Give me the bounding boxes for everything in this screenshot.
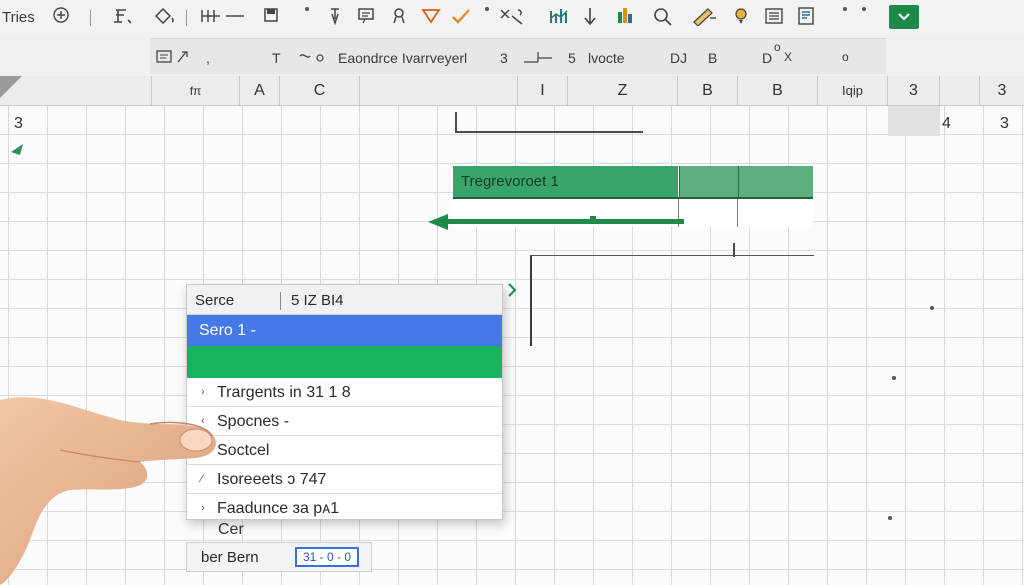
toolbar-divider	[186, 10, 187, 26]
dropdown-selected-item[interactable]: Sero 1 -	[187, 315, 502, 346]
tools-icon[interactable]	[498, 6, 526, 30]
paint-bucket-icon[interactable]	[152, 6, 178, 30]
dropdown-header-value: 5 ΙΖ ΒΙ4	[291, 292, 344, 309]
column-header[interactable]: A	[240, 76, 280, 106]
formula-chunk: D	[762, 50, 773, 66]
formula-chunk: B	[708, 50, 718, 66]
search-icon[interactable]	[652, 6, 674, 30]
column-header[interactable]	[360, 76, 518, 106]
dropdown-highlight-row[interactable]	[187, 346, 502, 378]
dropdown-item[interactable]: ⁄ Isoreeets ɔ 747	[187, 465, 502, 494]
cell-marker	[888, 516, 892, 520]
arrow-left-icon	[428, 214, 684, 230]
comment-icon[interactable]	[356, 6, 376, 30]
formula-chunk: DJ	[670, 50, 688, 66]
select-all-icon[interactable]	[0, 76, 22, 98]
pencil-icon[interactable]	[690, 6, 720, 30]
column-header[interactable]: B	[678, 76, 738, 106]
cell-marker	[892, 376, 896, 380]
add-icon[interactable]	[52, 6, 70, 30]
column-header[interactable]: 3	[980, 76, 1024, 106]
arrow-down-icon[interactable]	[582, 6, 598, 30]
selection-border	[455, 131, 643, 133]
fill-handle-icon[interactable]	[10, 142, 26, 161]
more-icon[interactable]	[842, 6, 868, 30]
dot-icon	[484, 6, 490, 30]
selection-border	[733, 243, 735, 257]
list-icon[interactable]	[764, 6, 784, 30]
formula-caret-icon	[522, 50, 556, 67]
formula-chunk: lvocte	[588, 50, 625, 66]
formula-text: Eaondrce Ivarrveyerl	[338, 50, 468, 66]
header-cell-shade	[888, 106, 940, 136]
column-header[interactable]: I	[518, 76, 568, 106]
formula-chunk: X	[784, 50, 793, 64]
selection-border	[455, 112, 457, 132]
row-header[interactable]: 4	[942, 115, 951, 133]
formula-marker: ο	[842, 50, 849, 64]
range-header-cell[interactable]	[679, 166, 813, 197]
location-icon[interactable]	[732, 6, 750, 30]
document-icon[interactable]	[796, 6, 816, 30]
fx-marker: ,	[206, 50, 210, 66]
dropdown-item[interactable]: › Trargents in 31 1 8	[187, 378, 502, 407]
formula-chunk: 5	[568, 50, 576, 66]
formula-icon	[298, 50, 328, 67]
column-header-row: fπ A C I Z B B Iqip 3 3	[0, 76, 1024, 106]
confirm-button[interactable]	[889, 5, 919, 29]
hand-pointer-image	[0, 397, 217, 585]
format-icon[interactable]	[112, 6, 134, 30]
formula-chunk: T	[272, 50, 281, 66]
column-header[interactable]: B	[738, 76, 818, 106]
formula-chunk: 3	[500, 50, 508, 66]
column-header[interactable]: C	[280, 76, 360, 106]
toolbar-divider	[90, 10, 91, 26]
chevron-down-icon	[898, 13, 910, 21]
bottom-value-field[interactable]: 31 - 0 - 0	[295, 547, 359, 567]
save-icon[interactable]	[262, 6, 280, 30]
range-header-cell[interactable]: Tregrevoroet 1	[453, 166, 678, 197]
toolbar: Tries	[0, 0, 1024, 36]
formula-bar: , T Eaondrce Ivarrveyerl 3 5 lvocte DJ B…	[0, 36, 1024, 76]
dropdown-item[interactable]: › Faadunce ɜa pᴀ1	[187, 494, 502, 523]
insert-function-icon[interactable]	[156, 48, 202, 69]
dropdown-item[interactable]: ‹ Spocnes -	[187, 407, 502, 436]
cell-marker	[930, 306, 934, 310]
row-header[interactable]: 3	[14, 115, 23, 133]
chart-icon[interactable]	[548, 6, 570, 30]
row-header[interactable]: 3	[1000, 115, 1009, 133]
column-header[interactable]	[940, 76, 980, 106]
formula-marker: o	[774, 40, 781, 54]
column-header[interactable]: Z	[568, 76, 678, 106]
corner-cell[interactable]	[0, 76, 152, 106]
selection-border	[530, 256, 532, 346]
dropdown-item-label: Trargents in 31 1 8	[217, 384, 351, 401]
cell-reference[interactable]: fπ	[152, 76, 240, 106]
filter-icon[interactable]	[390, 6, 408, 30]
bar-chart-icon[interactable]	[616, 6, 634, 30]
borders-icon[interactable]	[200, 6, 248, 30]
column-header[interactable]: Iqip	[818, 76, 888, 106]
dropdown-item-label: Faadunce ɜa pᴀ1	[217, 500, 340, 517]
sort-icon[interactable]	[420, 6, 442, 30]
app-title: Tries	[2, 9, 35, 26]
dropdown-header-label: Serce	[195, 292, 281, 310]
pin-icon[interactable]	[326, 6, 344, 30]
dropdown-item-label: Isoreeets ɔ 747	[217, 471, 327, 488]
dropdown-item[interactable]: Soctcel	[187, 436, 502, 465]
column-header[interactable]: 3	[888, 76, 940, 106]
dot-icon	[304, 6, 310, 30]
selection-border	[530, 255, 814, 256]
resize-handle-icon[interactable]	[507, 282, 517, 303]
dropdown-header: Serce 5 ΙΖ ΒΙ4	[187, 285, 502, 315]
dropdown-menu[interactable]: Serce 5 ΙΖ ΒΙ4 Sero 1 - › Trargents in 3…	[186, 284, 503, 520]
check-icon[interactable]	[450, 6, 472, 30]
